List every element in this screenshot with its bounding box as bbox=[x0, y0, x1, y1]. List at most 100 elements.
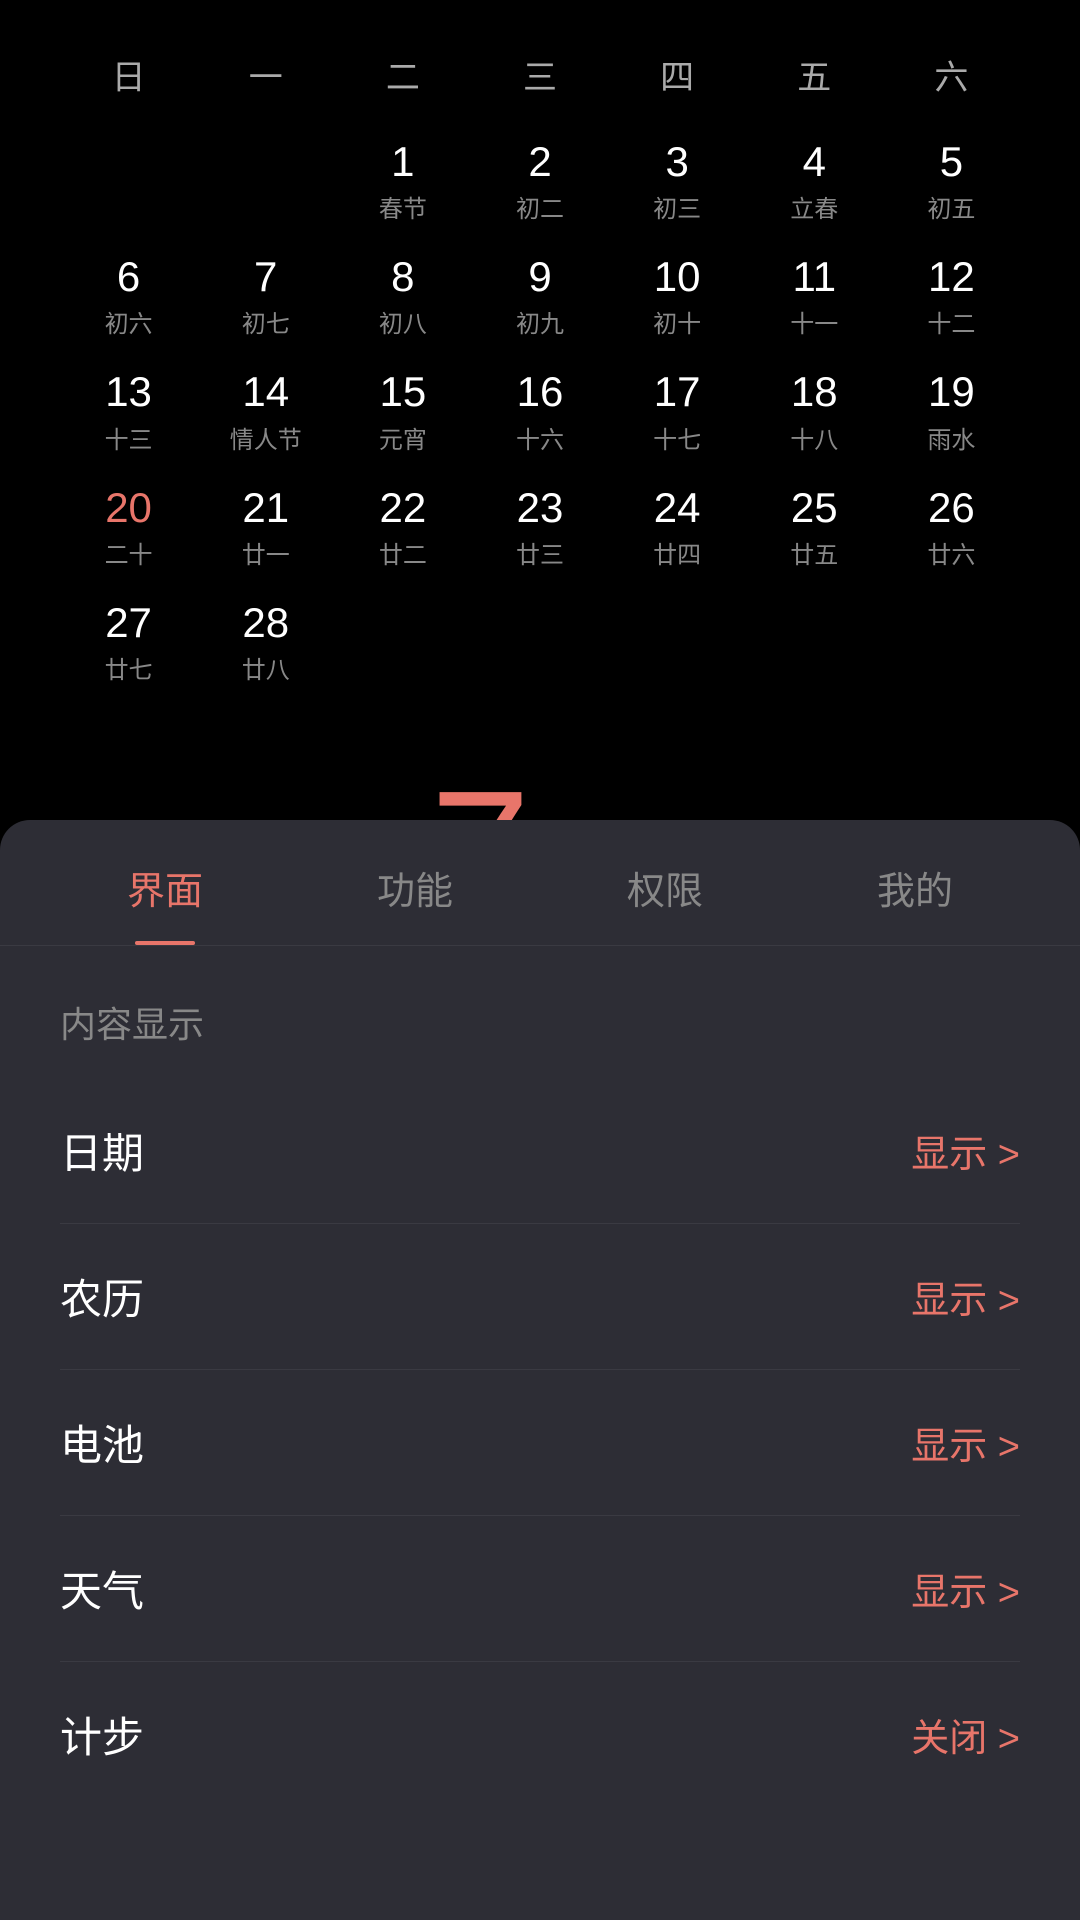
calendar-lunar-label: 十八 bbox=[790, 420, 838, 455]
calendar-lunar-label: 初二 bbox=[516, 189, 564, 224]
calendar-cell[interactable]: 17 十七 bbox=[609, 359, 746, 464]
calendar-day-number: 27 bbox=[105, 600, 152, 646]
calendar-lunar-label: 二十 bbox=[105, 535, 153, 570]
calendar-lunar-label: 情人节 bbox=[230, 420, 302, 455]
calendar-day-name: 二 bbox=[334, 40, 471, 109]
calendar-lunar-label: 初七 bbox=[242, 304, 290, 339]
calendar-cell[interactable]: 22 廿二 bbox=[334, 475, 471, 580]
calendar-day-name: 五 bbox=[746, 40, 883, 109]
calendar-day-name: 四 bbox=[609, 40, 746, 109]
calendar-day-name: 一 bbox=[197, 40, 334, 109]
calendar-cell[interactable]: 18 十八 bbox=[746, 359, 883, 464]
calendar-cell bbox=[609, 590, 746, 695]
calendar-cell[interactable]: 14 情人节 bbox=[197, 359, 334, 464]
calendar-lunar-label: 廿一 bbox=[242, 535, 290, 570]
menu-list: 日期显示 >农历显示 >电池显示 >天气显示 >计步关闭 > bbox=[60, 1078, 1020, 1807]
calendar-day-number: 17 bbox=[654, 369, 701, 415]
menu-item-value: 显示 > bbox=[911, 1561, 1020, 1616]
content-area: 内容显示 日期显示 >农历显示 >电池显示 >天气显示 >计步关闭 > bbox=[0, 946, 1080, 1807]
calendar-day-number: 14 bbox=[242, 369, 289, 415]
calendar-day-number: 18 bbox=[791, 369, 838, 415]
calendar-cell bbox=[197, 129, 334, 234]
calendar-cell[interactable]: 15元宵 bbox=[334, 359, 471, 464]
menu-item-value: 关闭 > bbox=[911, 1707, 1020, 1762]
calendar-day-name: 日 bbox=[60, 40, 197, 109]
calendar-day-number: 11 bbox=[792, 254, 836, 300]
calendar-day-name: 三 bbox=[471, 40, 608, 109]
menu-item[interactable]: 电池显示 > bbox=[60, 1370, 1020, 1516]
calendar-day-number: 20 bbox=[105, 485, 152, 531]
calendar-lunar-label: 十三 bbox=[105, 420, 153, 455]
calendar-cell[interactable]: 12 十二 bbox=[883, 244, 1020, 349]
calendar-day-number: 5 bbox=[940, 139, 963, 185]
menu-item[interactable]: 天气 显示 > bbox=[60, 1516, 1020, 1662]
calendar-cell[interactable]: 27 廿七 bbox=[60, 590, 197, 695]
menu-item-label: 电池 bbox=[60, 1412, 144, 1473]
calendar-cell[interactable]: 2 初二 bbox=[471, 129, 608, 234]
calendar-day-number: 12 bbox=[928, 254, 975, 300]
calendar-cell[interactable]: 9 初九 bbox=[471, 244, 608, 349]
calendar-header: 日一二三四五六 bbox=[60, 40, 1020, 109]
calendar-section: 日一二三四五六 1春节2初二3初三4立春5初五6初六7初七8初八9初九10初十1… bbox=[0, 0, 1080, 725]
calendar-lunar-label: 元宵 bbox=[379, 420, 427, 455]
calendar-lunar-label: 雨水 bbox=[927, 420, 975, 455]
calendar-cell[interactable]: 7 初七 bbox=[197, 244, 334, 349]
calendar-day-number: 28 bbox=[242, 600, 289, 646]
calendar-cell bbox=[883, 590, 1020, 695]
calendar-lunar-label: 十六 bbox=[516, 420, 564, 455]
calendar-cell[interactable]: 3初三 bbox=[609, 129, 746, 234]
calendar-day-number: 1 bbox=[391, 139, 414, 185]
calendar-lunar-label: 初十 bbox=[653, 304, 701, 339]
calendar-cell[interactable]: 11十一 bbox=[746, 244, 883, 349]
section-title: 内容显示 bbox=[60, 996, 1020, 1048]
calendar-day-number: 2 bbox=[528, 139, 551, 185]
calendar-lunar-label: 立春 bbox=[790, 189, 838, 224]
menu-item[interactable]: 日期显示 > bbox=[60, 1078, 1020, 1224]
calendar-lunar-label: 廿五 bbox=[790, 535, 838, 570]
menu-item[interactable]: 计步关闭 > bbox=[60, 1662, 1020, 1807]
calendar-cell[interactable]: 6初六 bbox=[60, 244, 197, 349]
calendar-cell[interactable]: 23廿三 bbox=[471, 475, 608, 580]
calendar-day-number: 26 bbox=[928, 485, 975, 531]
calendar-day-number: 24 bbox=[654, 485, 701, 531]
calendar-cell[interactable]: 5 初五 bbox=[883, 129, 1020, 234]
tab-权限[interactable]: 权限 bbox=[540, 820, 790, 945]
calendar-cell[interactable]: 28廿八 bbox=[197, 590, 334, 695]
calendar-cell[interactable]: 21 廿一 bbox=[197, 475, 334, 580]
calendar-cell[interactable]: 4 立春 bbox=[746, 129, 883, 234]
calendar-lunar-label: 十七 bbox=[653, 420, 701, 455]
tab-功能[interactable]: 功能 bbox=[290, 820, 540, 945]
calendar-lunar-label: 初六 bbox=[105, 304, 153, 339]
calendar-cell[interactable]: 26廿六 bbox=[883, 475, 1020, 580]
calendar-cell[interactable]: 10初十 bbox=[609, 244, 746, 349]
calendar-cell bbox=[334, 590, 471, 695]
calendar-lunar-label: 十二 bbox=[927, 304, 975, 339]
tab-界面[interactable]: 界面 bbox=[40, 820, 290, 945]
calendar-day-number: 19 bbox=[928, 369, 975, 415]
menu-item-label: 天气 bbox=[60, 1558, 144, 1619]
tab-我的[interactable]: 我的 bbox=[790, 820, 1040, 945]
calendar-cell[interactable]: 25廿五 bbox=[746, 475, 883, 580]
calendar-lunar-label: 初五 bbox=[927, 189, 975, 224]
calendar-day-number: 7 bbox=[254, 254, 277, 300]
calendar-cell[interactable]: 24廿四 bbox=[609, 475, 746, 580]
calendar-cell[interactable]: 13 十三 bbox=[60, 359, 197, 464]
calendar-cell bbox=[60, 129, 197, 234]
calendar-cell[interactable]: 19 雨水 bbox=[883, 359, 1020, 464]
calendar-cell[interactable]: 16十六 bbox=[471, 359, 608, 464]
calendar-day-number: 13 bbox=[105, 369, 152, 415]
calendar-cell[interactable]: 8初八 bbox=[334, 244, 471, 349]
calendar-lunar-label: 廿七 bbox=[105, 650, 153, 685]
calendar-cell[interactable]: 1 春节 bbox=[334, 129, 471, 234]
calendar-day-number: 4 bbox=[803, 139, 826, 185]
calendar-cell bbox=[746, 590, 883, 695]
calendar-day-number: 22 bbox=[379, 485, 426, 531]
calendar-day-number: 21 bbox=[242, 485, 289, 531]
calendar-lunar-label: 春节 bbox=[379, 189, 427, 224]
calendar-lunar-label: 廿二 bbox=[379, 535, 427, 570]
calendar-cell[interactable]: 20 二十 bbox=[60, 475, 197, 580]
menu-item[interactable]: 农历显示 > bbox=[60, 1224, 1020, 1370]
calendar-day-number: 9 bbox=[528, 254, 551, 300]
menu-item-value: 显示 > bbox=[911, 1269, 1020, 1324]
calendar-lunar-label: 初九 bbox=[516, 304, 564, 339]
